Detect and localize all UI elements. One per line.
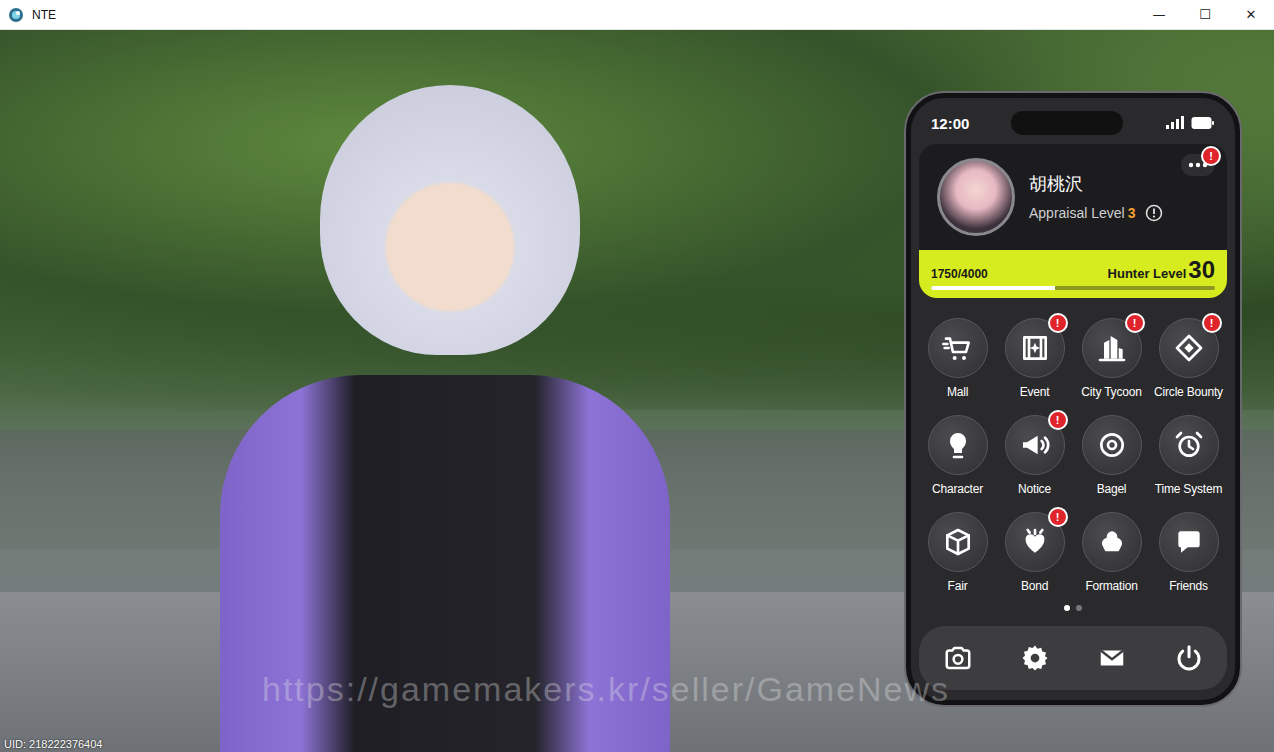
power-icon[interactable] [1174, 643, 1204, 673]
app-button[interactable]: !Circle Bounty [1150, 318, 1227, 399]
ghost-icon [942, 429, 974, 461]
alert-badge: ! [1048, 507, 1068, 527]
alert-badge: ! [1048, 410, 1068, 430]
window-title: NTE [32, 8, 56, 22]
camera-icon[interactable] [943, 643, 973, 673]
blob-icon [1096, 526, 1128, 558]
app-label: Fair [948, 579, 968, 593]
donut-icon [1096, 429, 1128, 461]
app-label: Event [1020, 385, 1050, 399]
alert-badge: ! [1201, 146, 1221, 166]
alert-badge: ! [1202, 313, 1222, 333]
hunter-level-bar: 1750/4000 Hunter Level30 [919, 250, 1227, 298]
avatar[interactable] [937, 158, 1015, 236]
app-label: City Tycoon [1081, 385, 1141, 399]
building-icon [1096, 332, 1128, 364]
app-button[interactable]: Character [919, 415, 996, 496]
app-label: Friends [1169, 579, 1208, 593]
alert-badge: ! [1048, 313, 1068, 333]
page-dot[interactable] [1064, 605, 1070, 611]
more-button[interactable]: ! [1181, 154, 1215, 176]
heart-icon [1019, 526, 1051, 558]
app-button[interactable]: !City Tycoon [1073, 318, 1150, 399]
app-button[interactable]: !Bond [996, 512, 1073, 593]
app-label: Circle Bounty [1154, 385, 1223, 399]
app-button[interactable]: Formation [1073, 512, 1150, 593]
mail-icon[interactable] [1097, 643, 1127, 673]
app-label: Bond [1021, 579, 1048, 593]
app-label: Formation [1085, 579, 1137, 593]
page-indicator [919, 605, 1227, 611]
app-label: Mall [947, 385, 968, 399]
dice-icon [942, 526, 974, 558]
diamond-icon [1173, 332, 1205, 364]
player-name: 胡桃沢 [1029, 172, 1163, 196]
appraisal-level: 3 [1128, 205, 1136, 221]
xp-track [931, 286, 1215, 290]
app-grid: Mall!Event!City Tycoon!Circle BountyChar… [919, 318, 1227, 593]
film-icon [1019, 332, 1051, 364]
app-button[interactable]: Bagel [1073, 415, 1150, 496]
xp-fill [931, 286, 1055, 290]
character-figure [200, 85, 680, 752]
app-button[interactable]: !Event [996, 318, 1073, 399]
app-label: Notice [1018, 482, 1051, 496]
app-button[interactable]: !Notice [996, 415, 1073, 496]
signal-icon [1165, 116, 1185, 130]
app-label: Character [932, 482, 983, 496]
clock: 12:00 [931, 115, 969, 132]
hunter-level-label: Hunter Level [1108, 266, 1187, 281]
app-button[interactable]: Mall [919, 318, 996, 399]
status-bar: 12:00 [919, 108, 1227, 138]
cart-icon [942, 332, 974, 364]
app-button[interactable]: Fair [919, 512, 996, 593]
app-button[interactable]: Friends [1150, 512, 1227, 593]
uid-label: UID: 218222376404 [4, 738, 102, 750]
game-scene: 12:00 胡桃沢 Appraisal Level3! 1750/4000 Hunter… [0, 30, 1274, 752]
app-button[interactable]: Time System [1150, 415, 1227, 496]
profile-card: 胡桃沢 Appraisal Level3! 1750/4000 Hunter Leve… [919, 144, 1227, 298]
chat-icon [1173, 526, 1205, 558]
notch [1011, 111, 1123, 135]
app-label: Bagel [1097, 482, 1127, 496]
alert-badge: ! [1125, 313, 1145, 333]
app-label: Time System [1155, 482, 1222, 496]
gear-icon[interactable] [1020, 643, 1050, 673]
dock [919, 626, 1227, 690]
game-window: NTE —☐✕ 12:00 胡桃沢 Appraisal Level3! 1750/4000… [0, 0, 1274, 752]
app-logo-icon [8, 7, 24, 23]
minimize-button[interactable]: — [1136, 0, 1182, 29]
battery-icon [1191, 116, 1215, 130]
alarm-clock-icon [1173, 429, 1205, 461]
info-icon[interactable] [1145, 204, 1163, 222]
appraisal-label: Appraisal Level [1029, 205, 1125, 221]
page-dot[interactable] [1076, 605, 1082, 611]
hunter-level: 30 [1188, 258, 1215, 282]
megaphone-icon [1019, 429, 1051, 461]
close-button[interactable]: ✕ [1228, 0, 1274, 29]
xp-reading: 1750/4000 [931, 267, 988, 281]
maximize-button[interactable]: ☐ [1182, 0, 1228, 29]
phone-menu: 12:00 胡桃沢 Appraisal Level3! 1750/4000 Hunter… [906, 93, 1240, 705]
title-bar: NTE —☐✕ [0, 0, 1274, 30]
watermark: https://gamemakers.kr/seller/GameNews [262, 670, 950, 709]
